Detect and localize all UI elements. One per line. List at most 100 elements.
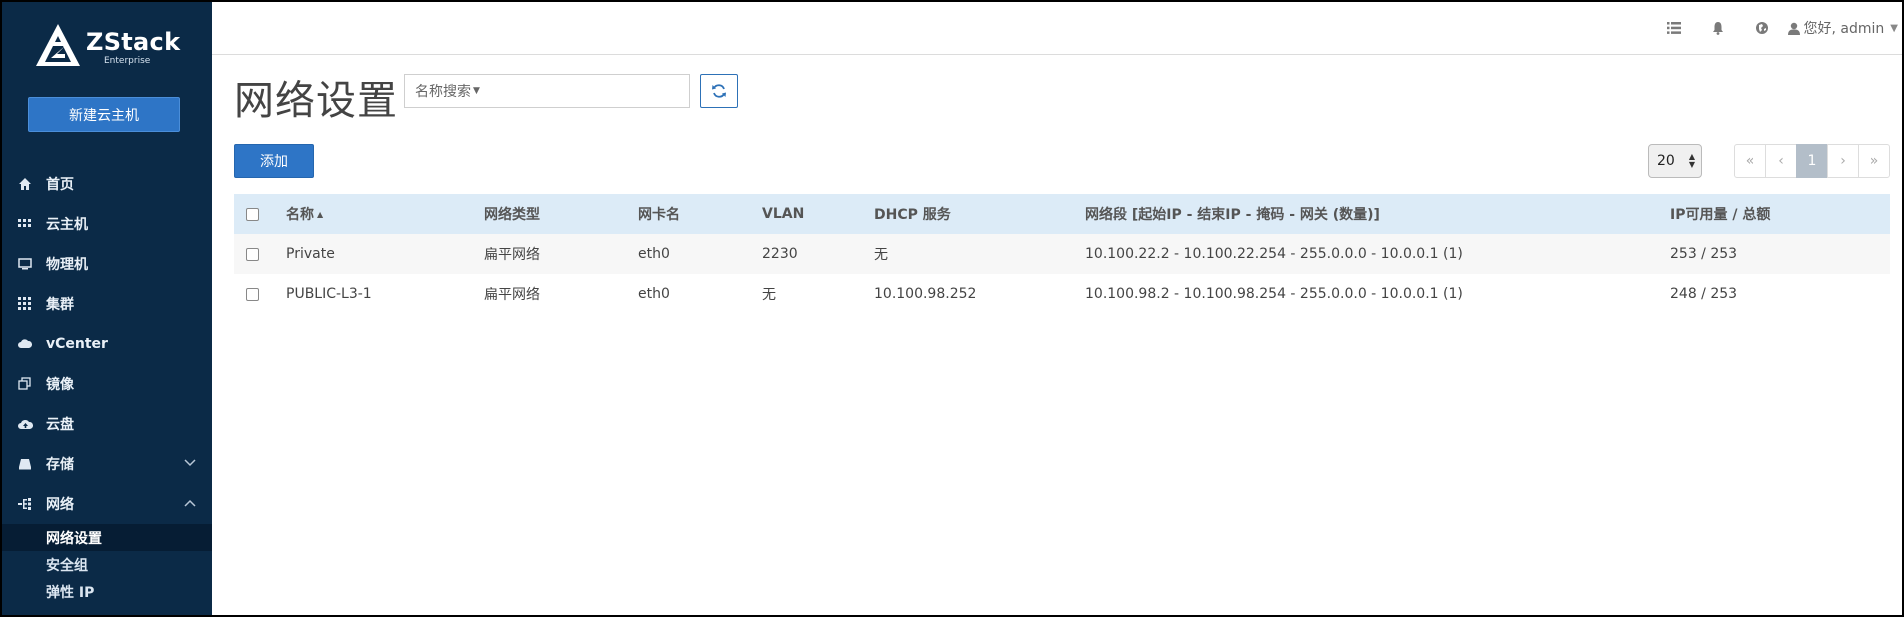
sidebar-item-cluster[interactable]: 集群 <box>2 284 212 324</box>
chevron-up-icon[interactable] <box>184 496 196 510</box>
zstack-logo-icon <box>36 24 80 66</box>
sidebar-item-home[interactable]: 首页 <box>2 164 212 204</box>
sidebar-item-label: 物理机 <box>46 257 88 273</box>
cell-dhcp: 10.100.98.252 <box>874 286 977 302</box>
select-arrows-icon: ▲ ▼ <box>1688 152 1695 169</box>
row-checkbox[interactable] <box>246 247 259 261</box>
row-checkbox[interactable] <box>246 287 259 301</box>
logo-brand: ZStack <box>86 28 181 56</box>
sidebar-item-vm[interactable]: 云主机 <box>2 204 212 244</box>
sidebar-item-storage[interactable]: 存储 <box>2 444 212 484</box>
sidebar-item-host[interactable]: 物理机 <box>2 244 212 284</box>
column-header-network-type: 网络类型 <box>484 207 540 223</box>
list-icon[interactable] <box>1652 2 1696 54</box>
user-menu[interactable]: 您好, admin ▼ <box>1787 18 1902 38</box>
app-window: ZStack Enterprise 新建云主机 首页 云主机 物理机 集群 vC… <box>0 0 1904 617</box>
network-icon <box>16 495 34 513</box>
column-header-dhcp: DHCP 服务 <box>874 207 951 223</box>
cell-network-type: 扁平网络 <box>484 247 540 263</box>
vm-grid-icon <box>16 215 34 233</box>
sidebar-item-volume[interactable]: 云盘 <box>2 404 212 444</box>
top-bar-actions: 您好, admin ▼ <box>1652 2 1902 54</box>
sidebar-item-label: 集群 <box>46 297 74 313</box>
top-bar: 您好, admin ▼ <box>212 2 1902 55</box>
image-copy-icon <box>16 375 34 393</box>
select-all-checkbox-cell <box>246 194 259 234</box>
cell-nic-name: eth0 <box>638 246 670 262</box>
column-header-ip-capacity: IP可用量 / 总额 <box>1670 207 1771 223</box>
cell-nic-name: eth0 <box>638 286 670 302</box>
column-header-ip-range: 网络段 [起始IP - 结束IP - 掩码 - 网关 (数量)] <box>1085 207 1380 223</box>
pagination-first[interactable]: « <box>1734 144 1766 178</box>
sidebar-item-image[interactable]: 镜像 <box>2 364 212 404</box>
sidebar-item-label: 镜像 <box>46 377 74 393</box>
column-header-name[interactable]: 名称 ▲ <box>286 194 323 234</box>
user-greeting: 您好, admin <box>1803 21 1885 37</box>
cluster-grid-icon <box>16 295 34 313</box>
cell-ip-capacity: 248 / 253 <box>1670 286 1738 302</box>
column-header-nic-name: 网卡名 <box>638 207 680 223</box>
select-all-checkbox[interactable] <box>246 207 259 221</box>
sidebar-nav: 首页 云主机 物理机 集群 vCenter 镜像 云盘 存储 网络 <box>2 164 212 524</box>
network-table: 名称 ▲ 网络类型 网卡名 VLAN DHCP 服务 网络段 [起始IP - 结… <box>234 194 1890 314</box>
refresh-button[interactable] <box>700 74 738 108</box>
refresh-icon <box>712 84 726 98</box>
page-title: 网络设置 <box>234 78 398 124</box>
sidebar-subitem-security-group[interactable]: 安全组 <box>2 551 212 578</box>
sidebar-subitem-elastic-ip[interactable]: 弹性 IP <box>2 578 212 605</box>
cell-network-type: 扁平网络 <box>484 287 540 303</box>
network-subnav: 网络设置 安全组 弹性 IP <box>2 524 212 605</box>
sidebar-item-network[interactable]: 网络 <box>2 484 212 524</box>
cell-ip-capacity: 253 / 253 <box>1670 246 1738 262</box>
pagination-last[interactable]: » <box>1858 144 1890 178</box>
sidebar-subitem-network-settings[interactable]: 网络设置 <box>2 524 212 551</box>
sidebar-item-label: vCenter <box>46 336 108 352</box>
pagination-prev[interactable]: ‹ <box>1765 144 1797 178</box>
sidebar-item-label: 首页 <box>46 177 74 193</box>
cell-name[interactable]: Private <box>286 234 335 274</box>
bell-icon[interactable] <box>1696 2 1740 54</box>
main-content: 网络设置 名称搜索 ▼ 添加 20 ▲ ▼ « ‹ 1 › » 名称 ▲ 网络类… <box>234 54 1890 615</box>
chevron-down-icon[interactable] <box>184 456 196 470</box>
cell-ip-range: 10.100.22.2 - 10.100.22.254 - 255.0.0.0 … <box>1085 246 1463 262</box>
cell-dhcp: 无 <box>874 247 888 263</box>
caret-down-icon: ▼ <box>473 86 480 96</box>
row-checkbox-cell <box>246 274 259 314</box>
logo-edition: Enterprise <box>104 56 151 66</box>
page-size-select[interactable]: 20 ▲ ▼ <box>1648 144 1702 178</box>
cell-vlan: 无 <box>762 287 776 303</box>
add-button[interactable]: 添加 <box>234 144 314 178</box>
pagination-page-1[interactable]: 1 <box>1796 144 1828 178</box>
cell-ip-range: 10.100.98.2 - 10.100.98.254 - 255.0.0.0 … <box>1085 286 1463 302</box>
user-icon <box>1787 22 1800 35</box>
table-row[interactable]: PUBLIC-L3-1 扁平网络 eth0 无 10.100.98.252 10… <box>234 274 1890 314</box>
sidebar-item-vcenter[interactable]: vCenter <box>2 324 212 364</box>
cell-name[interactable]: PUBLIC-L3-1 <box>286 274 372 314</box>
sidebar-item-label: 云主机 <box>46 217 88 233</box>
pagination: « ‹ 1 › » <box>1734 144 1890 178</box>
sort-asc-icon: ▲ <box>317 209 324 219</box>
sidebar: ZStack Enterprise 新建云主机 首页 云主机 物理机 集群 vC… <box>2 2 212 615</box>
new-vm-button[interactable]: 新建云主机 <box>28 97 180 132</box>
column-header-vlan: VLAN <box>762 206 805 222</box>
cloud-icon <box>16 335 34 353</box>
pagination-next[interactable]: › <box>1827 144 1859 178</box>
sidebar-item-label: 存储 <box>46 457 74 473</box>
page-size-value: 20 <box>1657 153 1675 169</box>
storage-icon <box>16 455 34 473</box>
monitor-icon <box>16 255 34 273</box>
home-icon <box>16 175 34 193</box>
cell-vlan: 2230 <box>762 246 798 262</box>
cloud-upload-icon <box>16 415 34 433</box>
table-header: 名称 ▲ 网络类型 网卡名 VLAN DHCP 服务 网络段 [起始IP - 结… <box>234 194 1890 234</box>
sidebar-item-label: 网络 <box>46 497 74 513</box>
globe-icon[interactable] <box>1740 2 1784 54</box>
table-row[interactable]: Private 扁平网络 eth0 2230 无 10.100.22.2 - 1… <box>234 234 1890 274</box>
column-header-label: 名称 <box>286 207 314 223</box>
sidebar-item-label: 云盘 <box>46 417 74 433</box>
search-input[interactable]: 名称搜索 ▼ <box>404 74 690 108</box>
caret-down-icon: ▼ <box>1890 22 1898 34</box>
row-checkbox-cell <box>246 234 259 274</box>
zstack-logo[interactable]: ZStack Enterprise <box>34 20 184 70</box>
search-placeholder: 名称搜索 <box>415 84 471 100</box>
